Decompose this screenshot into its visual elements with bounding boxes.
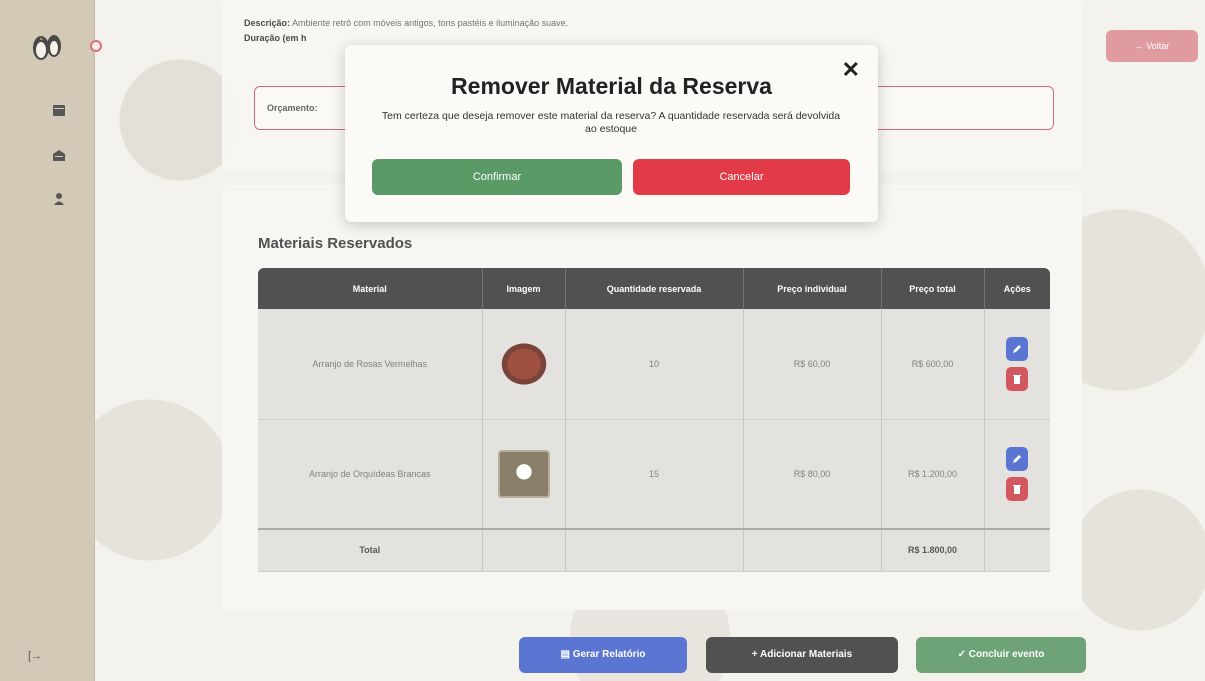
confirm-button[interactable]: Confirmar: [372, 159, 622, 195]
cancel-button[interactable]: Cancelar: [633, 159, 850, 195]
close-icon[interactable]: ✕: [842, 57, 860, 83]
modal-title: Remover Material da Reserva: [451, 73, 772, 99]
modal-message: Tem certeza que deseja remover este mate…: [381, 110, 841, 135]
remove-material-modal: Remover Material da Reserva ✕ Tem certez…: [345, 45, 878, 222]
